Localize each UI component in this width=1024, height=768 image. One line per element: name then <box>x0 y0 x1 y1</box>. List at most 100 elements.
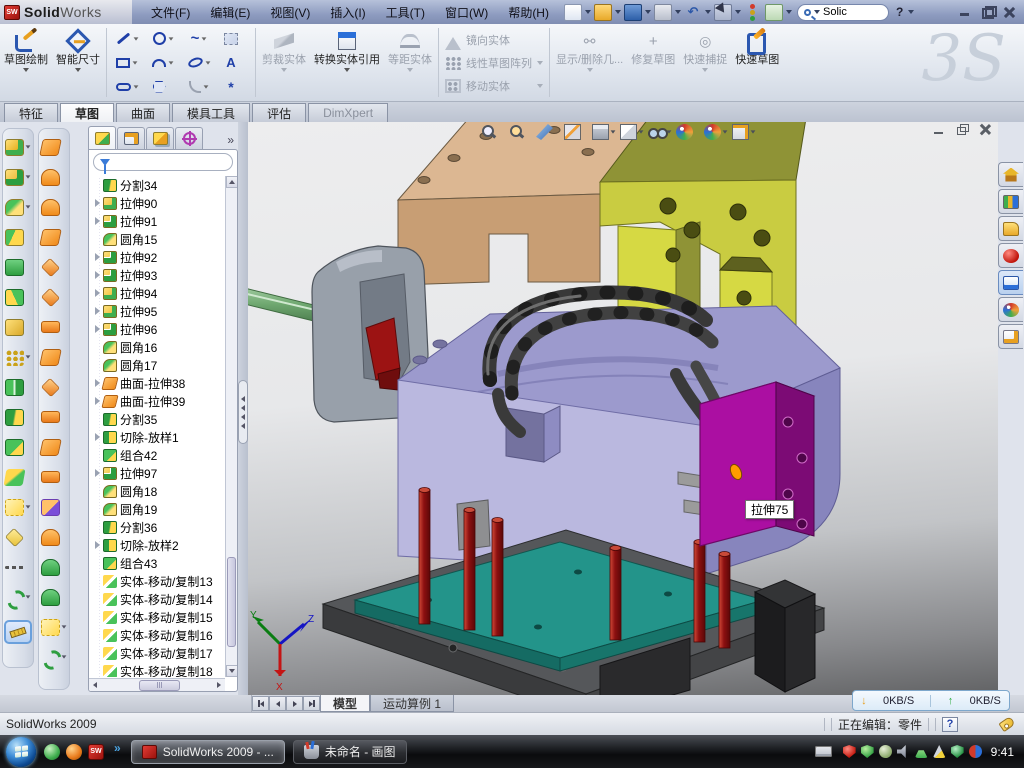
menu-item[interactable]: 帮助(H) <box>499 1 558 24</box>
tree-item[interactable]: 实体-移动/复制18 <box>95 662 225 677</box>
wrap-icon[interactable] <box>5 314 31 340</box>
tree-item[interactable]: 实体-移动/复制14 <box>95 590 225 608</box>
tool-dropdown-icon[interactable] <box>205 61 210 64</box>
tree-item[interactable]: 圆角17 <box>95 356 225 374</box>
tree-item[interactable]: 圆角18 <box>95 482 225 500</box>
tree-item[interactable]: 拉伸97 <box>95 464 225 482</box>
trim-surface-icon[interactable] <box>41 494 67 520</box>
boundary-surface-icon[interactable] <box>41 254 67 280</box>
doc-restore-button[interactable] <box>956 124 969 135</box>
prev-tab-button[interactable] <box>269 696 286 711</box>
command-tab[interactable]: 草图 <box>60 103 114 123</box>
collapse-panel-handle[interactable] <box>238 380 248 444</box>
apply-scene-icon[interactable] <box>704 124 728 140</box>
new-document-button[interactable] <box>564 4 582 21</box>
print-button[interactable] <box>654 4 672 21</box>
options-dropdown-icon[interactable] <box>786 10 792 14</box>
doc-close-button[interactable] <box>979 124 992 135</box>
move-entities-button[interactable]: 移动实体 <box>445 76 543 96</box>
tree-item[interactable]: 组合43 <box>95 554 225 572</box>
scrollbar-thumb[interactable] <box>227 557 236 647</box>
taskbar-task-button[interactable]: 未命名 - 画图 <box>293 740 407 764</box>
mid-surface-icon[interactable] <box>41 434 67 460</box>
tree-item[interactable]: 拉伸94 <box>95 284 225 302</box>
search-box[interactable] <box>797 4 889 21</box>
quick-tips-button[interactable]: ? <box>942 717 958 732</box>
freeform-surface-icon[interactable] <box>41 344 67 370</box>
curve-icon[interactable] <box>41 644 67 670</box>
tool-dropdown-icon[interactable] <box>133 85 138 88</box>
extended-surface-icon[interactable] <box>41 194 67 220</box>
sketch-fillet-tool[interactable] <box>181 75 217 99</box>
resources-tab[interactable] <box>998 162 1023 187</box>
plane-icon[interactable] <box>5 524 31 550</box>
expand-arrow-icon[interactable] <box>95 217 100 225</box>
tag-icon[interactable] <box>998 716 1015 732</box>
tree-item[interactable]: 拉伸90 <box>95 194 225 212</box>
mirror-entities-button[interactable]: 镜向实体 <box>445 30 543 50</box>
instant3d-button-pressed[interactable] <box>4 620 32 644</box>
taskbar-task-button[interactable]: SolidWorks 2009 - ... <box>131 740 285 764</box>
delete-face-icon[interactable] <box>41 374 67 400</box>
tool-dropdown-icon[interactable] <box>133 61 138 64</box>
help-button[interactable]: ? <box>894 5 905 19</box>
command-tab[interactable]: 评估 <box>252 103 306 122</box>
axis-icon[interactable] <box>5 554 31 580</box>
zoom-area-icon[interactable] <box>508 124 532 140</box>
convert-entities-button[interactable]: 转换实体引用 <box>310 24 384 101</box>
tree-item[interactable]: 拉伸92 <box>95 248 225 266</box>
quick-snaps-button[interactable]: ◎ 快速捕捉 <box>679 24 731 101</box>
options-button[interactable] <box>765 4 783 21</box>
panel-overflow-button[interactable]: » <box>223 133 238 149</box>
expand-arrow-icon[interactable] <box>95 307 100 315</box>
model-tab[interactable]: 模型 <box>320 695 370 712</box>
search-tab[interactable] <box>998 243 1023 268</box>
expand-arrow-icon[interactable] <box>95 253 100 261</box>
text-tool[interactable]: A <box>217 51 253 75</box>
menu-item[interactable]: 插入(I) <box>321 1 374 24</box>
search-dropdown-icon[interactable] <box>814 10 820 14</box>
tree-item[interactable]: 拉伸91 <box>95 212 225 230</box>
expand-arrow-icon[interactable] <box>95 199 100 207</box>
open-button[interactable] <box>594 4 612 21</box>
tool-dropdown-icon[interactable] <box>202 37 207 40</box>
property-manager-tab[interactable] <box>117 127 145 149</box>
edit-appearance-icon[interactable] <box>676 124 700 140</box>
boss-extrude-icon[interactable] <box>5 134 31 160</box>
tree-item[interactable]: 拉伸96 <box>95 320 225 338</box>
new-dropdown-icon[interactable] <box>585 10 591 14</box>
circle-tool[interactable] <box>145 27 181 51</box>
thicken-icon[interactable] <box>41 404 67 430</box>
expand-arrow-icon[interactable] <box>95 325 100 333</box>
tool-dropdown-icon[interactable] <box>168 37 173 40</box>
restore-button[interactable] <box>980 6 994 18</box>
tree-item[interactable]: 组合42 <box>95 446 225 464</box>
tree-item[interactable]: 切除-放样1 <box>95 428 225 446</box>
menu-item[interactable]: 编辑(E) <box>201 1 259 24</box>
expand-arrow-icon[interactable] <box>95 541 100 549</box>
offset-surface-icon[interactable] <box>41 284 67 310</box>
tool-dropdown-icon[interactable] <box>169 61 174 64</box>
tree-item[interactable]: 实体-移动/复制15 <box>95 608 225 626</box>
command-tab[interactable]: 特征 <box>4 103 58 122</box>
scroll-up-button[interactable] <box>226 176 238 188</box>
rebuild-button[interactable] <box>744 4 762 21</box>
shell-icon[interactable] <box>5 254 31 280</box>
tree-item[interactable]: 切除-放样2 <box>95 536 225 554</box>
trim-entities-button[interactable]: 剪裁实体 <box>258 24 310 101</box>
scrollbar-thumb[interactable] <box>139 680 180 691</box>
section-view-icon[interactable] <box>564 124 588 140</box>
select-dropdown-icon[interactable] <box>735 10 741 14</box>
save-dropdown-icon[interactable] <box>645 10 651 14</box>
feature-tree-tab[interactable] <box>88 126 116 149</box>
tree-item[interactable]: 圆角19 <box>95 500 225 518</box>
planar-surface-icon[interactable] <box>41 314 67 340</box>
polygon-tool[interactable] <box>145 75 181 99</box>
extend-surface-icon[interactable] <box>41 464 67 490</box>
tree-item[interactable]: 圆角16 <box>95 338 225 356</box>
arc-tool[interactable] <box>145 51 181 75</box>
undo-dropdown-icon[interactable] <box>705 10 711 14</box>
volume-icon[interactable] <box>897 745 910 758</box>
expand-arrow-icon[interactable] <box>95 469 100 477</box>
split-icon[interactable] <box>5 404 31 430</box>
